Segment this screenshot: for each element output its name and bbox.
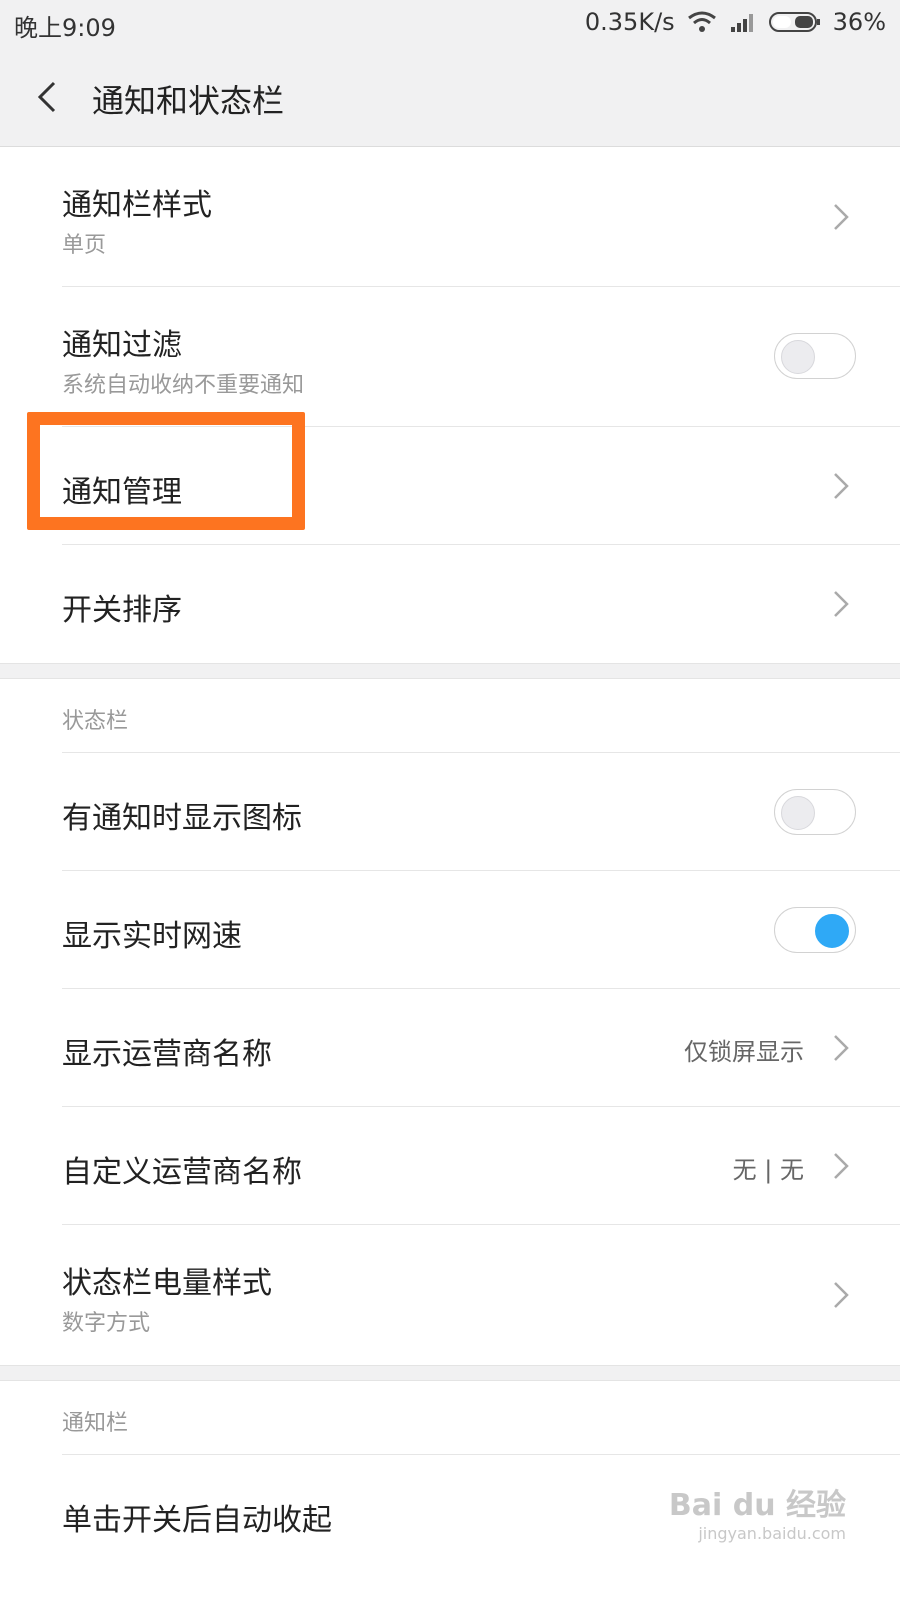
setting-label: 单击开关后自动收起 <box>62 1503 332 1538</box>
section-gap <box>0 663 900 679</box>
setting-subtitle: 单页 <box>62 233 107 258</box>
status-bar: 晚上9:09 0.35K/s 36% <box>0 0 900 46</box>
setting-value: 无 | 无 <box>732 1156 804 1184</box>
setting-show-icons[interactable]: 有通知时显示图标 <box>0 753 900 871</box>
toggle-knob <box>815 914 849 948</box>
setting-label: 有通知时显示图标 <box>62 801 302 836</box>
section-header-status-bar: 状态栏 <box>0 679 900 753</box>
chevron-right-icon <box>834 1035 849 1061</box>
chevron-right-icon <box>834 591 849 617</box>
setting-label: 通知过滤 <box>62 328 182 363</box>
baidu-watermark: Bai du 经验 jingyan.baidu.com <box>669 1480 846 1543</box>
setting-value: 仅锁屏显示 <box>684 1038 804 1066</box>
section-gap <box>0 1365 900 1381</box>
watermark-url: jingyan.baidu.com <box>698 1524 846 1543</box>
wifi-icon <box>687 11 717 33</box>
setting-notif-style[interactable]: 通知栏样式 单页 <box>0 147 900 287</box>
page-title: 通知和状态栏 <box>92 82 285 120</box>
setting-label: 通知栏样式 <box>62 188 212 223</box>
setting-label: 开关排序 <box>62 593 182 628</box>
setting-custom-carrier[interactable]: 自定义运营商名称 无 | 无 <box>0 1107 900 1225</box>
setting-notif-filter[interactable]: 通知过滤 系统自动收纳不重要通知 <box>0 287 900 427</box>
setting-label: 自定义运营商名称 <box>62 1155 302 1190</box>
status-right: 0.35K/s 36% <box>585 8 886 36</box>
show-speed-toggle[interactable] <box>774 907 856 953</box>
section-title: 通知栏 <box>62 1411 129 1436</box>
setting-subtitle: 系统自动收纳不重要通知 <box>62 373 305 398</box>
status-time: 晚上9:09 <box>14 14 116 42</box>
chevron-right-icon <box>834 1153 849 1179</box>
setting-label: 显示运营商名称 <box>62 1037 272 1072</box>
highlight-box <box>27 412 305 530</box>
chevron-right-icon <box>834 473 849 499</box>
notif-filter-toggle[interactable] <box>774 333 856 379</box>
battery-icon <box>768 11 821 33</box>
toggle-knob <box>781 796 815 830</box>
signal-icon <box>729 11 757 33</box>
app-header: 通知和状态栏 <box>0 46 900 147</box>
battery-percent: 36% <box>832 8 886 36</box>
watermark-text: Bai du 经验 <box>668 1488 846 1523</box>
setting-battery-style[interactable]: 状态栏电量样式 数字方式 <box>0 1225 900 1365</box>
back-icon[interactable] <box>34 80 64 114</box>
setting-show-speed[interactable]: 显示实时网速 <box>0 871 900 989</box>
section-title: 状态栏 <box>62 709 129 734</box>
setting-label: 状态栏电量样式 <box>62 1266 272 1301</box>
toggle-knob <box>781 340 815 374</box>
show-icons-toggle[interactable] <box>774 789 856 835</box>
chevron-right-icon <box>834 1282 849 1308</box>
chevron-right-icon <box>834 204 849 230</box>
setting-switch-order[interactable]: 开关排序 <box>0 545 900 663</box>
setting-label: 显示实时网速 <box>62 919 242 954</box>
section-header-notif-bar: 通知栏 <box>0 1381 900 1455</box>
net-speed: 0.35K/s <box>584 8 675 36</box>
setting-carrier-name[interactable]: 显示运营商名称 仅锁屏显示 <box>0 989 900 1107</box>
setting-subtitle: 数字方式 <box>62 1311 151 1336</box>
